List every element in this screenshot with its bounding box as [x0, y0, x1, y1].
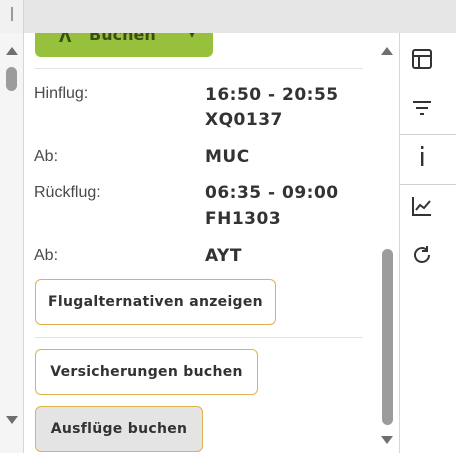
filter-icon[interactable] [410, 96, 434, 120]
outbound-from-airport: MUC [205, 147, 250, 167]
book-insurance-button[interactable]: Versicherungen buchen [35, 349, 258, 395]
return-label: Rückflug: [34, 184, 101, 201]
show-flight-alternatives-button[interactable]: Flugalternativen anzeigen [35, 279, 276, 325]
left-scroll-up-arrow-icon[interactable] [6, 47, 18, 55]
left-scroll-thumb[interactable] [6, 67, 17, 91]
table-icon[interactable] [410, 47, 434, 71]
right-scroll-thumb[interactable] [382, 249, 393, 425]
info-icon[interactable] [410, 144, 434, 168]
chart-icon[interactable] [410, 194, 434, 218]
top-bar-left-handle [0, 0, 24, 33]
grip-handle[interactable] [11, 7, 13, 21]
booking-button[interactable]: ꓥ Buchen ▾ [35, 33, 213, 57]
right-scroll-down-arrow-icon[interactable] [381, 436, 393, 444]
left-scroll-down-arrow-icon[interactable] [6, 416, 18, 424]
flight-details-panel: ꓥ Buchen ▾ Hinflug: 16:50 - 20:55 XQ0137… [25, 33, 375, 453]
outbound-time: 16:50 - 20:55 [205, 85, 339, 105]
right-scroll-up-arrow-icon[interactable] [381, 47, 393, 55]
divider [35, 337, 363, 338]
return-flight-number: FH1303 [205, 209, 282, 229]
rail-divider [400, 134, 456, 135]
return-from-label: Ab: [34, 247, 59, 264]
return-time: 06:35 - 09:00 [205, 183, 339, 203]
right-tool-rail [399, 33, 456, 453]
outbound-label: Hinflug: [34, 85, 89, 102]
refresh-icon[interactable] [410, 243, 434, 267]
right-scrollbar[interactable] [375, 33, 399, 453]
outbound-flight-number: XQ0137 [205, 110, 283, 130]
chevron-down-icon: ▾ [188, 33, 195, 41]
divider [35, 68, 363, 69]
left-scrollbar[interactable] [0, 33, 24, 453]
booking-button-label: Buchen [89, 33, 156, 44]
top-bar [0, 0, 456, 33]
book-excursions-button[interactable]: Ausflüge buchen [35, 406, 203, 452]
outbound-from-label: Ab: [34, 148, 59, 165]
return-from-airport: AYT [205, 246, 242, 266]
person-icon: ꓥ [59, 33, 72, 46]
rail-divider [400, 184, 456, 185]
